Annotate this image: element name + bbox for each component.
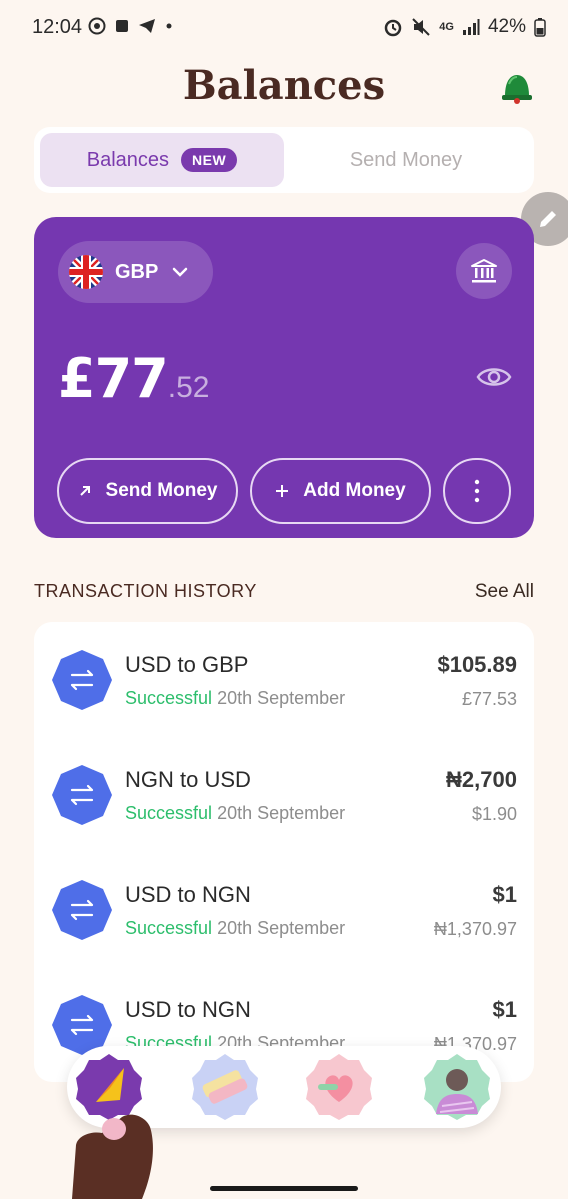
alarm-icon — [385, 19, 402, 37]
tab-balances-label: Balances — [86, 148, 170, 171]
transaction-date: 20th September — [217, 918, 346, 938]
transaction-amount: $1 — [492, 882, 517, 907]
network-type: 4G — [439, 21, 454, 33]
transaction-date: 20th September — [217, 688, 346, 708]
whatsapp-icon — [88, 17, 106, 35]
more-vertical-icon — [474, 479, 480, 503]
eye-icon[interactable] — [476, 363, 512, 391]
transaction-amount: ₦2,700 — [446, 767, 517, 792]
square-notification-icon — [116, 20, 128, 32]
balance-amount: £77.52 — [58, 347, 209, 410]
edit-icon — [540, 211, 556, 227]
battery-percent: 42% — [487, 16, 526, 37]
currency-code: GBP — [115, 260, 159, 283]
gift-nav-icon[interactable] — [304, 1052, 374, 1122]
status-bar: 12:04 4G 42% — [0, 0, 568, 58]
swap-icon — [52, 650, 112, 710]
chevron-down-icon — [173, 267, 188, 277]
transaction-title: USD to NGN — [125, 997, 251, 1022]
transaction-row[interactable]: NGN to USD Successful 20th September ₦2,… — [34, 737, 534, 852]
transaction-date: 20th September — [217, 803, 346, 823]
transaction-title: USD to NGN — [125, 882, 251, 907]
tab-send-money[interactable]: Send Money — [284, 133, 528, 187]
page-title: Balances — [182, 62, 386, 109]
uk-flag-icon — [69, 255, 103, 289]
transaction-status: Successful — [125, 688, 213, 708]
gesture-bar[interactable] — [210, 1186, 358, 1191]
transaction-history-title: TRANSACTION HISTORY — [34, 581, 257, 601]
swap-icon — [52, 765, 112, 825]
transaction-title: USD to GBP — [125, 652, 249, 677]
transaction-amount: $1 — [492, 997, 517, 1022]
transaction-amount: $105.89 — [437, 652, 517, 677]
arrow-up-right-icon — [79, 486, 90, 496]
add-money-button[interactable]: Add Money — [250, 458, 431, 524]
currency-selector[interactable]: GBP — [58, 241, 213, 303]
transaction-meta: Successful 20th September — [125, 688, 345, 709]
transaction-row[interactable]: USD to GBP Successful 20th September $10… — [34, 622, 534, 737]
cards-nav-icon[interactable] — [190, 1052, 260, 1122]
balance-main: £77 — [58, 347, 169, 410]
transaction-status: Successful — [125, 918, 213, 938]
status-time: 12:04 — [32, 16, 83, 38]
system-icons: 4G 42% — [383, 16, 546, 38]
battery-icon — [534, 18, 546, 37]
mute-icon — [412, 18, 430, 36]
bank-details-button[interactable] — [456, 243, 512, 299]
signal-icon — [462, 19, 480, 35]
profile-nav-icon[interactable] — [422, 1052, 492, 1122]
dot-icon — [166, 23, 172, 29]
transaction-status: Successful — [125, 803, 213, 823]
swap-icon — [52, 880, 112, 940]
bell-icon[interactable] — [499, 72, 535, 104]
transaction-meta: Successful 20th September — [125, 918, 345, 939]
send-money-label: Send Money — [105, 480, 218, 501]
balance-card: GBP £77.52 Send Money Add Money — [34, 217, 534, 538]
transaction-converted: £77.53 — [461, 689, 517, 709]
tab-balances[interactable]: Balances NEW — [40, 133, 284, 187]
more-options-button[interactable] — [443, 458, 511, 524]
bank-icon — [471, 259, 497, 283]
transaction-converted: ₦1,370.97 — [433, 919, 517, 939]
tab-bar: Balances NEW Send Money — [34, 127, 534, 193]
plus-icon — [276, 485, 289, 497]
see-all-link[interactable]: See All — [475, 581, 534, 603]
transaction-list: USD to GBP Successful 20th September $10… — [34, 622, 534, 1082]
transaction-meta: Successful 20th September — [125, 803, 345, 824]
hand-pointer-decoration — [72, 1114, 153, 1199]
new-badge: NEW — [181, 148, 238, 172]
transaction-row[interactable]: USD to NGN Successful 20th September $1 … — [34, 852, 534, 967]
telegram-icon — [139, 19, 155, 33]
balance-decimal: .52 — [167, 371, 210, 404]
transaction-title: NGN to USD — [125, 767, 251, 792]
transaction-converted: $1.90 — [471, 804, 517, 824]
tab-send-money-label: Send Money — [349, 148, 463, 171]
send-money-button[interactable]: Send Money — [57, 458, 238, 524]
notification-icons — [88, 17, 173, 35]
add-money-label: Add Money — [303, 480, 406, 501]
